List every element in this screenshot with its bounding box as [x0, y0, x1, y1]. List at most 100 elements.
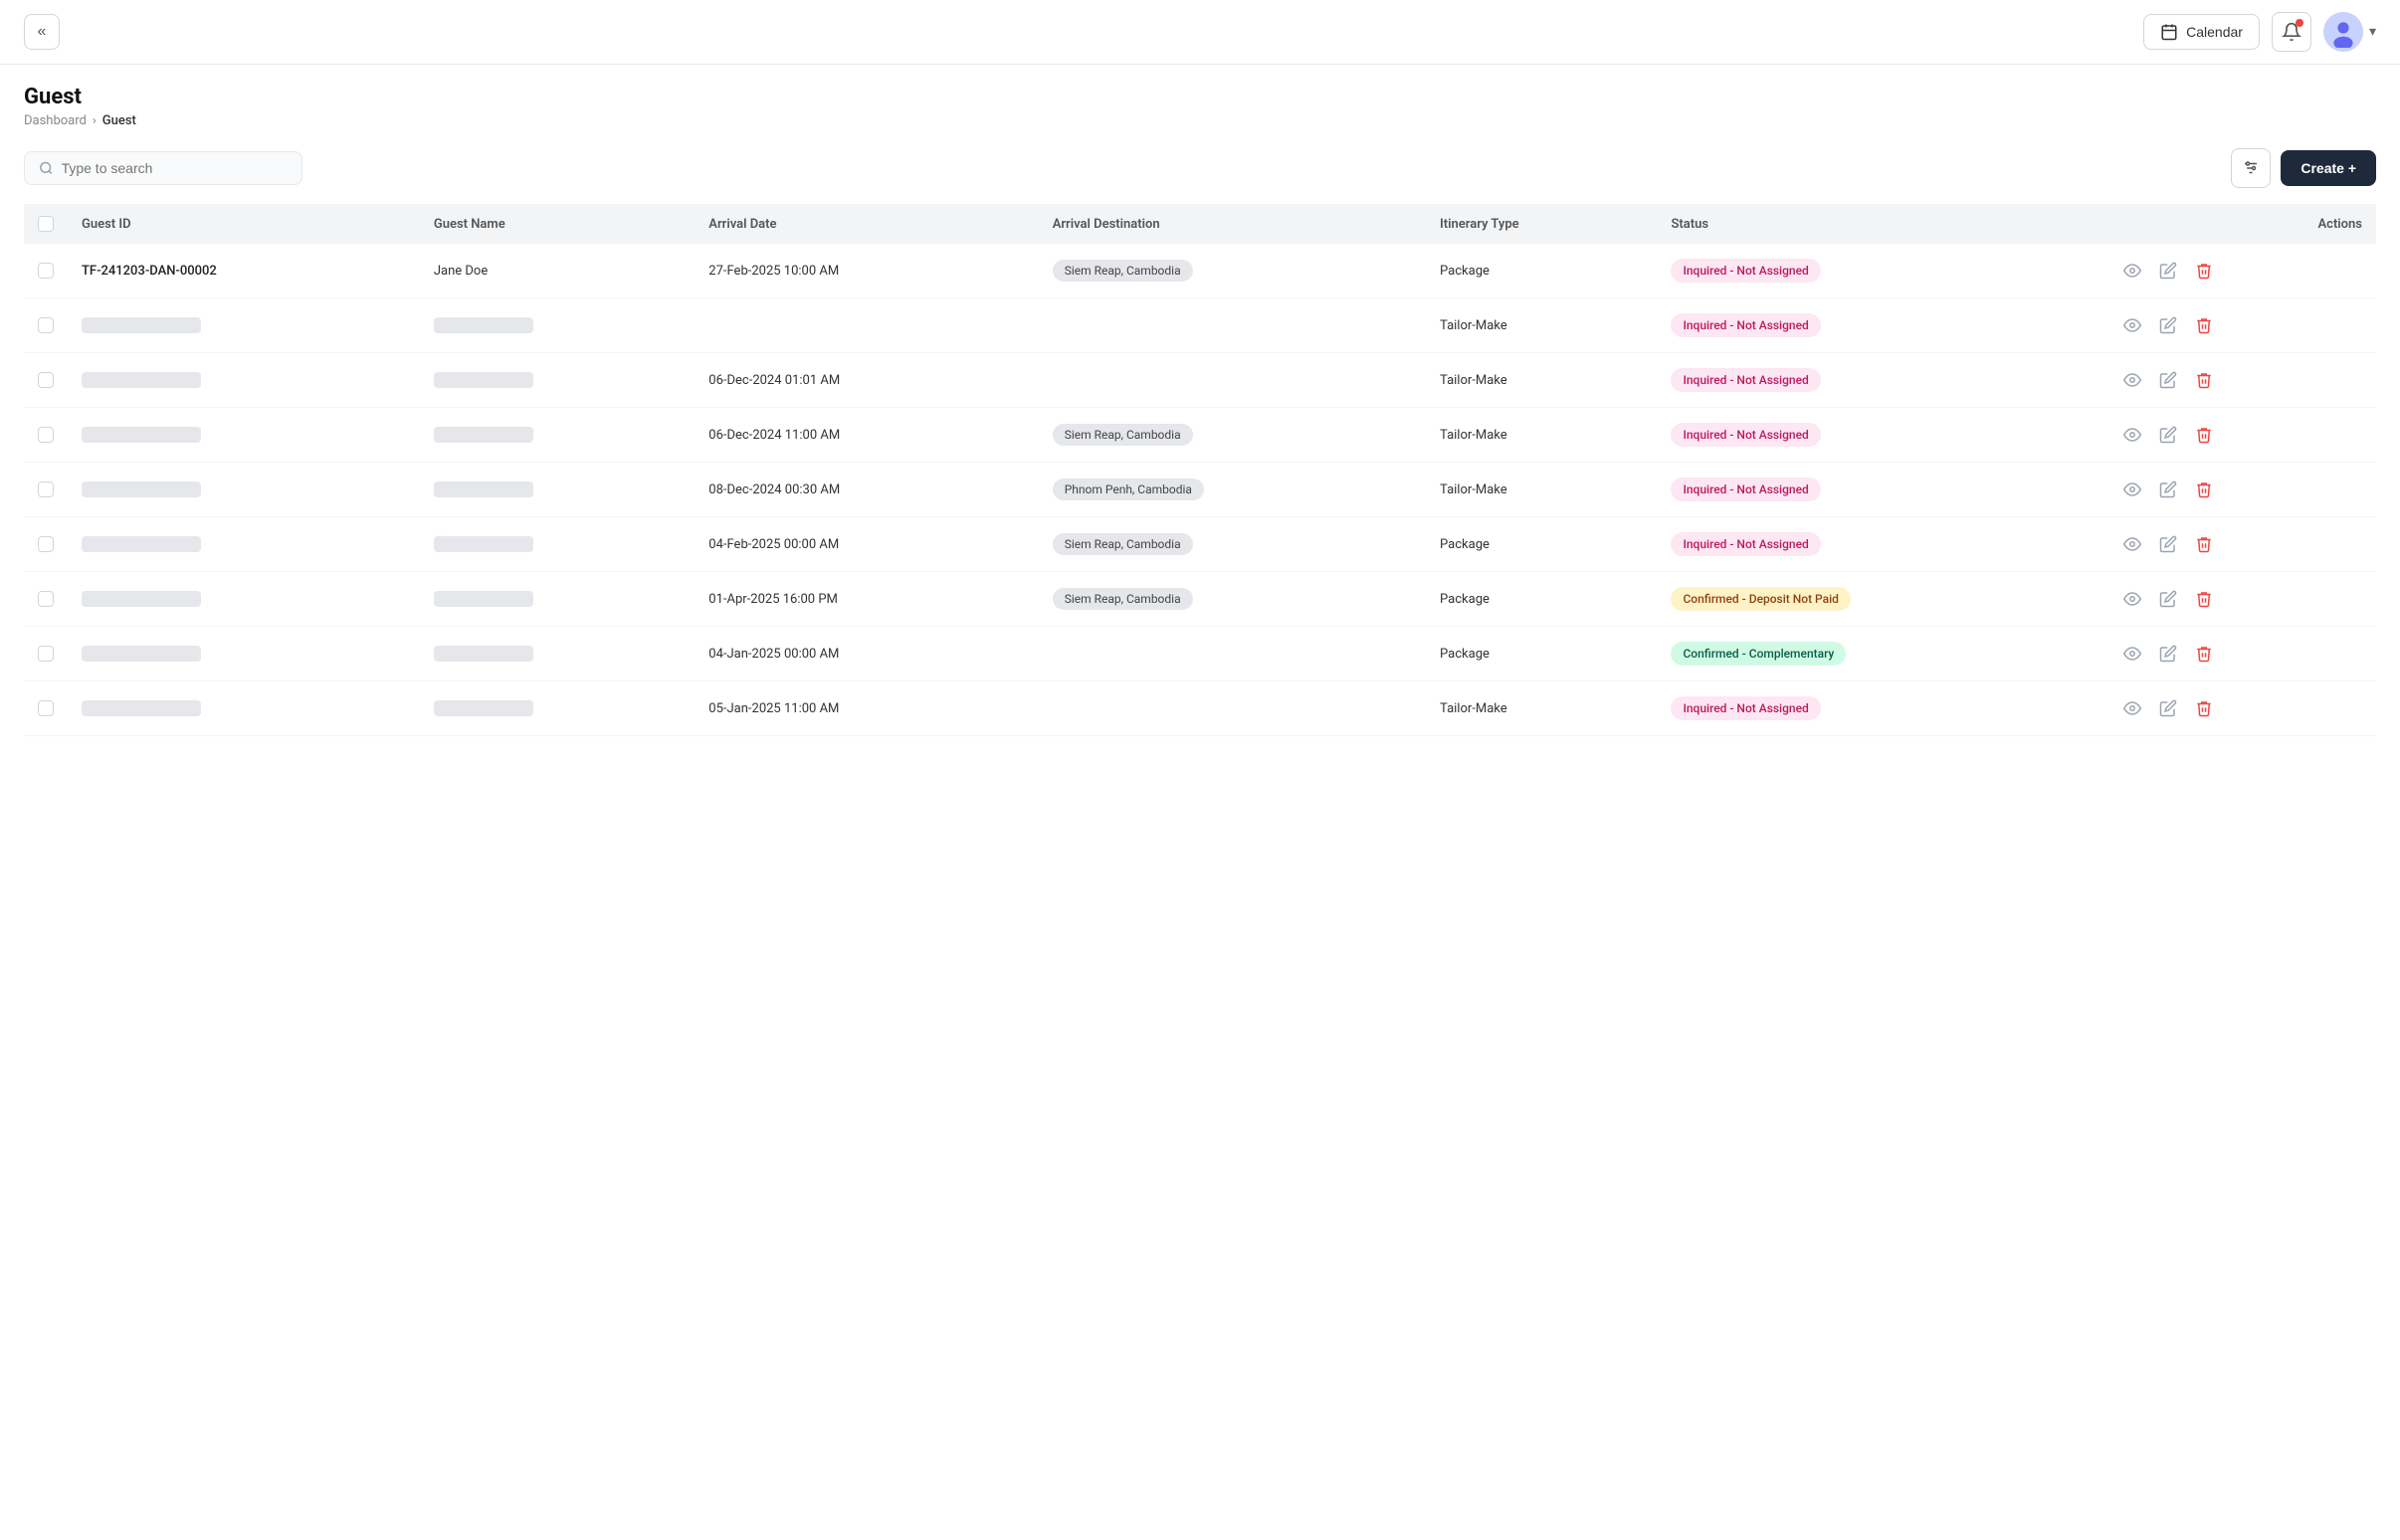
cell-arrival-destination	[1039, 681, 1426, 736]
edit-button[interactable]	[2155, 367, 2181, 393]
view-button[interactable]	[2119, 695, 2145, 721]
delete-button[interactable]	[2191, 367, 2217, 393]
row-checkbox[interactable]	[38, 481, 54, 497]
cell-arrival-date	[695, 298, 1038, 353]
cell-guest-name	[420, 627, 695, 681]
view-button[interactable]	[2119, 641, 2145, 667]
trash-icon	[2195, 535, 2213, 553]
edit-button[interactable]	[2155, 695, 2181, 721]
view-button[interactable]	[2119, 367, 2145, 393]
edit-button[interactable]	[2155, 258, 2181, 284]
row-checkbox[interactable]	[38, 591, 54, 607]
row-checkbox[interactable]	[38, 536, 54, 552]
delete-button[interactable]	[2191, 531, 2217, 557]
table-row: 04-Jan-2025 00:00 AMPackageConfirmed - C…	[24, 627, 2376, 681]
eye-icon	[2123, 262, 2141, 280]
breadcrumb-home[interactable]: Dashboard	[24, 113, 87, 128]
row-checkbox[interactable]	[38, 372, 54, 388]
row-checkbox-cell	[24, 353, 68, 408]
cell-guest-name	[420, 298, 695, 353]
table-row: 06-Dec-2024 11:00 AMSiem Reap, CambodiaT…	[24, 408, 2376, 463]
trash-icon	[2195, 262, 2213, 280]
cell-arrival-destination: Siem Reap, Cambodia	[1039, 244, 1426, 298]
cell-guest-name	[420, 517, 695, 572]
delete-button[interactable]	[2191, 312, 2217, 338]
row-checkbox[interactable]	[38, 646, 54, 662]
calendar-button[interactable]: Calendar	[2143, 14, 2260, 50]
col-actions: Actions	[2105, 204, 2376, 244]
pencil-icon	[2159, 535, 2177, 553]
select-all-checkbox[interactable]	[38, 216, 54, 232]
cell-guest-id	[68, 572, 420, 627]
row-checkbox[interactable]	[38, 427, 54, 443]
user-chevron-icon: ▾	[2369, 24, 2376, 40]
view-button[interactable]	[2119, 477, 2145, 502]
cell-itinerary-type: Tailor-Make	[1426, 463, 1657, 517]
toolbar: Create +	[0, 136, 2400, 204]
cell-guest-id	[68, 627, 420, 681]
row-checkbox-cell	[24, 244, 68, 298]
filter-button[interactable]	[2231, 148, 2271, 188]
edit-button[interactable]	[2155, 641, 2181, 667]
row-checkbox[interactable]	[38, 317, 54, 333]
cell-arrival-destination: Siem Reap, Cambodia	[1039, 572, 1426, 627]
row-checkbox[interactable]	[38, 700, 54, 716]
edit-button[interactable]	[2155, 422, 2181, 448]
col-arrival-destination: Arrival Destination	[1039, 204, 1426, 244]
row-checkbox[interactable]	[38, 263, 54, 279]
view-button[interactable]	[2119, 422, 2145, 448]
edit-button[interactable]	[2155, 477, 2181, 502]
cell-itinerary-type: Package	[1426, 627, 1657, 681]
view-button[interactable]	[2119, 531, 2145, 557]
table-container: Guest ID Guest Name Arrival Date Arrival…	[0, 204, 2400, 760]
trash-icon	[2195, 590, 2213, 608]
col-guest-name: Guest Name	[420, 204, 695, 244]
row-checkbox-cell	[24, 517, 68, 572]
edit-button[interactable]	[2155, 531, 2181, 557]
col-arrival-date: Arrival Date	[695, 204, 1038, 244]
search-container[interactable]	[24, 151, 302, 185]
edit-button[interactable]	[2155, 312, 2181, 338]
delete-button[interactable]	[2191, 422, 2217, 448]
view-button[interactable]	[2119, 258, 2145, 284]
search-input[interactable]	[62, 160, 288, 176]
eye-icon	[2123, 645, 2141, 663]
col-itinerary-type: Itinerary Type	[1426, 204, 1657, 244]
create-button[interactable]: Create +	[2281, 150, 2376, 186]
edit-button[interactable]	[2155, 586, 2181, 612]
cell-status: Inquired - Not Assigned	[1657, 517, 2104, 572]
cell-arrival-date: 01-Apr-2025 16:00 PM	[695, 572, 1038, 627]
collapse-sidebar-button[interactable]: «	[24, 14, 60, 50]
user-avatar-wrap[interactable]: ▾	[2323, 12, 2376, 52]
delete-button[interactable]	[2191, 586, 2217, 612]
cell-arrival-date: 08-Dec-2024 00:30 AM	[695, 463, 1038, 517]
cell-guest-id	[68, 463, 420, 517]
delete-button[interactable]	[2191, 477, 2217, 502]
eye-icon	[2123, 481, 2141, 498]
delete-button[interactable]	[2191, 641, 2217, 667]
cell-itinerary-type: Package	[1426, 517, 1657, 572]
table-row: 01-Apr-2025 16:00 PMSiem Reap, CambodiaP…	[24, 572, 2376, 627]
delete-button[interactable]	[2191, 258, 2217, 284]
notification-button[interactable]	[2272, 12, 2311, 52]
cell-guest-id	[68, 298, 420, 353]
eye-icon	[2123, 316, 2141, 334]
cell-actions	[2105, 572, 2376, 627]
view-button[interactable]	[2119, 586, 2145, 612]
table-header: Guest ID Guest Name Arrival Date Arrival…	[24, 204, 2376, 244]
cell-guest-name: Jane Doe	[420, 244, 695, 298]
table-row: 05-Jan-2025 11:00 AMTailor-MakeInquired …	[24, 681, 2376, 736]
table-row: 08-Dec-2024 00:30 AMPhnom Penh, Cambodia…	[24, 463, 2376, 517]
cell-actions	[2105, 353, 2376, 408]
cell-arrival-date: 06-Dec-2024 11:00 AM	[695, 408, 1038, 463]
calendar-icon	[2160, 23, 2178, 41]
cell-actions	[2105, 244, 2376, 298]
cell-arrival-date: 06-Dec-2024 01:01 AM	[695, 353, 1038, 408]
view-button[interactable]	[2119, 312, 2145, 338]
pencil-icon	[2159, 426, 2177, 444]
cell-itinerary-type: Package	[1426, 244, 1657, 298]
cell-status: Confirmed - Deposit Not Paid	[1657, 572, 2104, 627]
cell-actions	[2105, 681, 2376, 736]
eye-icon	[2123, 699, 2141, 717]
delete-button[interactable]	[2191, 695, 2217, 721]
